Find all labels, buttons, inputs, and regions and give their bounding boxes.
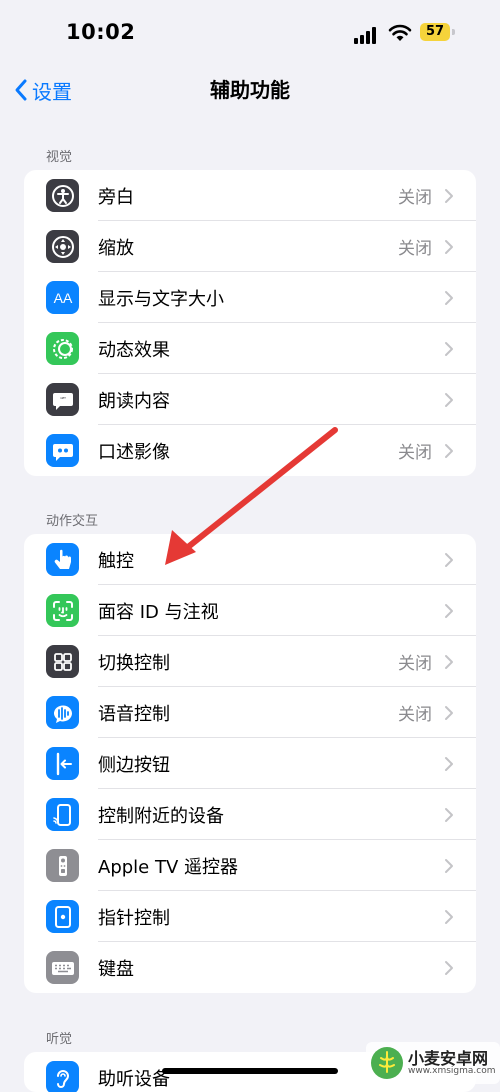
watermark-logo-icon bbox=[371, 1047, 403, 1079]
home-indicator[interactable] bbox=[162, 1068, 338, 1074]
row-pointer-control[interactable]: 指针控制 bbox=[24, 891, 476, 942]
row-value: 关闭 bbox=[398, 443, 432, 463]
watermark-url: www.xmsigma.com bbox=[408, 1066, 496, 1076]
chevron-right-icon bbox=[445, 604, 453, 618]
row-label: 旁白 bbox=[98, 186, 134, 208]
row-label: 缩放 bbox=[98, 237, 134, 259]
row-apple-tv-remote[interactable]: Apple TV 遥控器 bbox=[24, 840, 476, 891]
svg-text:AA: AA bbox=[53, 290, 72, 306]
row-control-nearby-devices[interactable]: 控制附近的设备 bbox=[24, 789, 476, 840]
section-header-vision: 视觉 bbox=[46, 150, 73, 165]
row-zoom[interactable]: 缩放 关闭 bbox=[24, 221, 476, 272]
status-time: 10:02 bbox=[66, 20, 136, 44]
section-header-hearing: 听觉 bbox=[46, 1032, 73, 1047]
status-bar: 10:02 57 bbox=[0, 0, 500, 68]
battery-level: 57 bbox=[420, 23, 450, 41]
spoken-content-icon: “” bbox=[46, 383, 79, 416]
hearing-devices-icon bbox=[46, 1061, 79, 1092]
row-value: 关闭 bbox=[398, 705, 432, 725]
row-touch[interactable]: 触控 bbox=[24, 534, 476, 585]
row-display-text-size[interactable]: AA 显示与文字大小 bbox=[24, 272, 476, 323]
row-label: 切换控制 bbox=[98, 652, 170, 674]
text-size-icon: AA bbox=[46, 281, 79, 314]
row-label: 键盘 bbox=[98, 958, 134, 980]
row-value: 关闭 bbox=[398, 239, 432, 259]
page-title: 辅助功能 bbox=[210, 78, 290, 102]
audio-description-icon bbox=[46, 434, 79, 467]
voice-control-icon bbox=[46, 696, 79, 729]
chevron-right-icon bbox=[445, 189, 453, 203]
row-label: 语音控制 bbox=[98, 703, 170, 725]
motion-icon bbox=[46, 332, 79, 365]
row-voiceover[interactable]: 旁白 关闭 bbox=[24, 170, 476, 221]
row-keyboards[interactable]: 键盘 bbox=[24, 942, 476, 993]
row-spoken-content[interactable]: “” 朗读内容 bbox=[24, 374, 476, 425]
row-label: 动态效果 bbox=[98, 339, 170, 361]
row-label: 朗读内容 bbox=[98, 390, 170, 412]
row-face-id-attention[interactable]: 面容 ID 与注视 bbox=[24, 585, 476, 636]
row-label: 口述影像 bbox=[98, 441, 170, 463]
svg-text:“”: “” bbox=[60, 396, 66, 405]
group-interaction: 触控 面容 ID 与注视 切换控制 关闭 语音控制 关闭 侧边按钮 控制附近的设… bbox=[24, 534, 476, 993]
group-vision: 旁白 关闭 缩放 关闭 AA 显示与文字大小 动态效果 “” 朗读内容 口述影像… bbox=[24, 170, 476, 476]
row-label: Apple TV 遥控器 bbox=[98, 856, 238, 878]
apple-tv-remote-icon bbox=[46, 849, 79, 882]
row-label: 控制附近的设备 bbox=[98, 805, 224, 827]
row-label: 助听设备 bbox=[98, 1068, 170, 1090]
chevron-right-icon bbox=[445, 393, 453, 407]
chevron-right-icon bbox=[445, 910, 453, 924]
touch-icon bbox=[46, 543, 79, 576]
chevron-right-icon bbox=[445, 553, 453, 567]
cellular-signal-icon bbox=[354, 26, 380, 44]
chevron-right-icon bbox=[445, 859, 453, 873]
row-label: 侧边按钮 bbox=[98, 754, 170, 776]
row-label: 指针控制 bbox=[98, 907, 170, 929]
chevron-right-icon bbox=[445, 961, 453, 975]
row-audio-descriptions[interactable]: 口述影像 关闭 bbox=[24, 425, 476, 476]
row-label: 触控 bbox=[98, 550, 134, 572]
wifi-icon bbox=[388, 24, 412, 41]
row-label: 面容 ID 与注视 bbox=[98, 601, 219, 623]
row-label: 显示与文字大小 bbox=[98, 288, 224, 310]
chevron-right-icon bbox=[445, 808, 453, 822]
keyboard-icon bbox=[46, 951, 79, 984]
pointer-control-icon bbox=[46, 900, 79, 933]
chevron-right-icon bbox=[445, 342, 453, 356]
row-motion[interactable]: 动态效果 bbox=[24, 323, 476, 374]
site-watermark: 小麦安卓网 www.xmsigma.com bbox=[366, 1042, 500, 1084]
row-switch-control[interactable]: 切换控制 关闭 bbox=[24, 636, 476, 687]
nearby-devices-icon bbox=[46, 798, 79, 831]
row-value: 关闭 bbox=[398, 654, 432, 674]
voiceover-icon bbox=[46, 179, 79, 212]
chevron-right-icon bbox=[445, 291, 453, 305]
row-side-button[interactable]: 侧边按钮 bbox=[24, 738, 476, 789]
chevron-right-icon bbox=[445, 444, 453, 458]
face-id-icon bbox=[46, 594, 79, 627]
chevron-right-icon bbox=[445, 757, 453, 771]
chevron-right-icon bbox=[445, 706, 453, 720]
switch-control-icon bbox=[46, 645, 79, 678]
battery-cap bbox=[452, 29, 455, 35]
zoom-icon bbox=[46, 230, 79, 263]
navigation-bar: 设置 辅助功能 bbox=[0, 68, 500, 112]
section-header-interaction: 动作交互 bbox=[46, 514, 99, 529]
chevron-right-icon bbox=[445, 655, 453, 669]
side-button-icon bbox=[46, 747, 79, 780]
chevron-right-icon bbox=[445, 240, 453, 254]
row-voice-control[interactable]: 语音控制 关闭 bbox=[24, 687, 476, 738]
row-value: 关闭 bbox=[398, 188, 432, 208]
